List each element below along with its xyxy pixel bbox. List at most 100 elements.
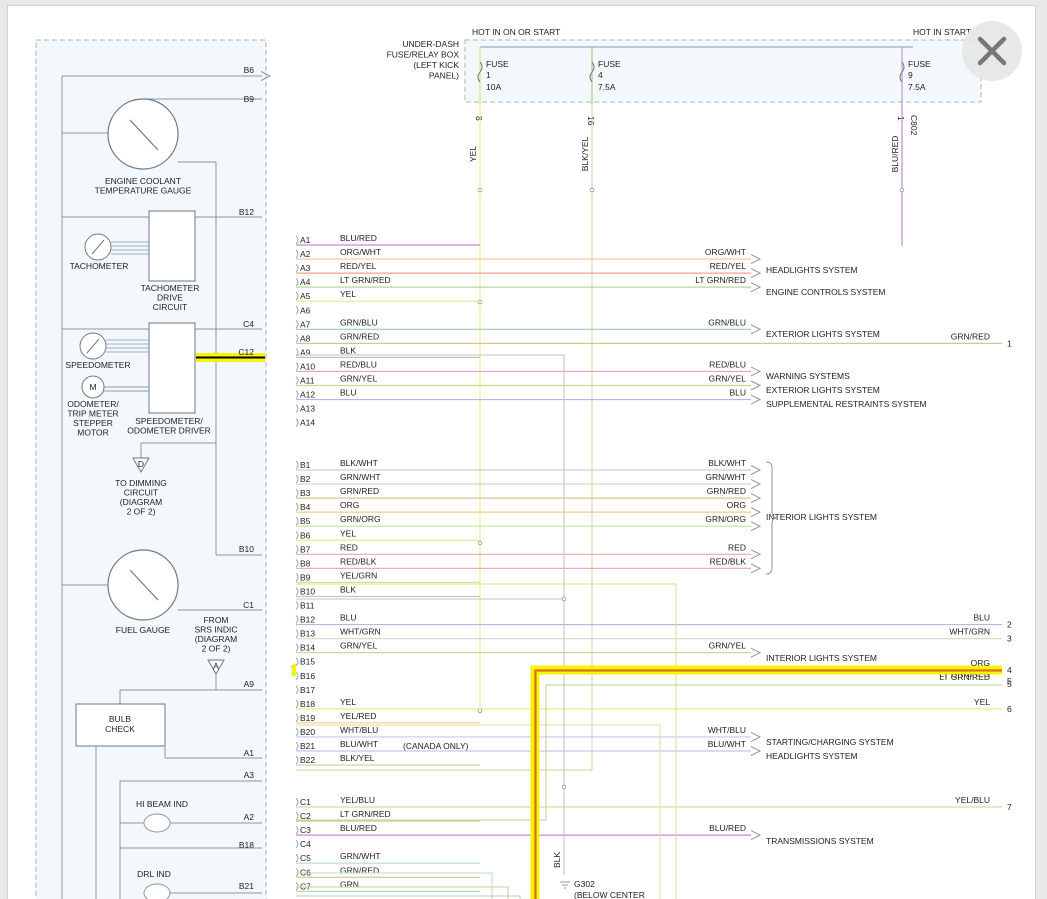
wire-color-label: GRN/RED (340, 486, 379, 496)
connector-pin-C4: C4 (300, 839, 311, 849)
connector-pin-B9: B9 (300, 572, 311, 582)
fuse-label: FUSE (598, 59, 621, 69)
bulb-check-label: BULB (109, 714, 132, 724)
wire-color-label: ORG/WHT (340, 247, 381, 257)
ect-gauge-label: TEMPERATURE GAUGE (95, 186, 192, 196)
fuse-number: 4 (598, 70, 603, 80)
wire-color-label: YEL/BLU (340, 795, 375, 805)
drl-bulb-icon (143, 883, 171, 899)
pin-b10-label: B10 (239, 544, 254, 554)
fuse-wire-label: BLK/YEL (580, 136, 590, 171)
dimming-label: TO DIMMING (115, 478, 167, 488)
fuse-box (464, 39, 982, 103)
splice-dot (899, 187, 905, 193)
connector-pin-B10: B10 (300, 586, 315, 596)
ground-name: G302 (574, 879, 595, 889)
wire-color-label: BLK/YEL (340, 753, 375, 763)
wire-color-label: GRN/RED (340, 865, 379, 875)
system-label: INTERIOR LIGHTS SYSTEM (766, 653, 877, 663)
arrow-icon (750, 549, 762, 560)
dimming-label: CIRCUIT (124, 488, 158, 498)
system-label: SUPPLEMENTAL RESTRAINTS SYSTEM (766, 399, 927, 409)
diagram-sheet: B6 B9 ENGINE COOLANT TEMPERATURE GAUGE B1 2 TA… (8, 6, 1035, 899)
connector-pin-B3: B3 (300, 488, 311, 498)
tachometer-label: TACHOMETER (70, 261, 129, 271)
wire-color-label: BLU (340, 388, 357, 398)
terminal-number: 2 (1007, 620, 1012, 630)
wire-color-label: YEL (340, 289, 356, 299)
splice-dot (477, 187, 483, 193)
close-icon (977, 36, 1007, 66)
connector-pin-A3: A3 (300, 263, 311, 273)
fuel-gauge-label: FUEL GAUGE (116, 625, 171, 635)
wire-term-label: BLU (973, 613, 990, 623)
viewer-backdrop: B6 B9 ENGINE COOLANT TEMPERATURE GAUGE B1 2 TA… (0, 0, 1047, 899)
speedo-driver-box (148, 322, 196, 414)
pin-c12-label: C12 (238, 347, 254, 357)
wire-color-label: BLU/RED (340, 233, 377, 243)
wire-color-label: YEL (340, 528, 356, 538)
connector-pin-B11: B11 (300, 601, 315, 611)
wire-color-label: WHT/GRN (340, 627, 381, 637)
wire-end-label: LT GRN/RED (695, 275, 746, 285)
wire-c2-route (296, 684, 1002, 821)
wire-color-label: GRN/YEL (340, 374, 378, 384)
srs-symbol: A (213, 661, 219, 671)
srs-label: SRS INDIC (195, 625, 238, 635)
wire-end-label: GRN/ORG (705, 514, 746, 524)
connector-pin-B4: B4 (300, 502, 311, 512)
connector-pin-B1: B1 (300, 460, 311, 470)
dimming-label: (DIAGRAM (120, 497, 163, 507)
fuse-wire-label: YEL (468, 146, 478, 162)
wire-color-label: BLU (340, 613, 357, 623)
connector-pin-B14: B14 (300, 643, 315, 653)
connector-pin-B22: B22 (300, 755, 315, 765)
connector-pin-B18: B18 (300, 699, 315, 709)
fuse-pin-label: 8 (474, 116, 484, 121)
connector-pin-A2: A2 (300, 249, 311, 259)
motor-symbol: M (89, 382, 96, 392)
fuse-label: FUSE (486, 59, 509, 69)
connector-pin-C1: C1 (300, 797, 311, 807)
arrow-icon (750, 732, 762, 742)
connector-pin-B20: B20 (300, 727, 315, 737)
ect-gauge-label: ENGINE COOLANT (105, 176, 181, 186)
connector-pin-B17: B17 (300, 685, 315, 695)
wire-c6-route (296, 886, 509, 899)
wire-term-label: YEL (974, 697, 990, 707)
close-button[interactable] (962, 21, 1022, 81)
connector-pin-A7: A7 (300, 319, 311, 329)
connector-pin-B21: B21 (300, 741, 315, 751)
tach-drive-label: DRIVE (157, 293, 183, 303)
connector-pin-A8: A8 (300, 333, 311, 343)
arrow-icon (750, 563, 762, 574)
arrow-icon (750, 380, 762, 391)
srs-label: 2 OF 2) (202, 644, 231, 654)
hi-beam-bulb-icon (143, 813, 171, 833)
drl-label: DRL IND (137, 869, 171, 879)
connector-bracket (295, 797, 299, 891)
wire-end-label: WHT/BLU (708, 725, 746, 735)
pin-a9-label: A9 (244, 679, 255, 689)
tach-drive-label: CIRCUIT (153, 302, 187, 312)
pin-a3-label: A3 (244, 770, 255, 780)
wire-color-label: BLK/WHT (340, 458, 378, 468)
connector-pin-A13: A13 (300, 404, 315, 414)
wire-color-label: GRN/BLU (340, 317, 378, 327)
connector-pin-B6: B6 (300, 530, 311, 540)
system-label: EXTERIOR LIGHTS SYSTEM (766, 329, 880, 339)
system-label: HEADLIGHTS SYSTEM (766, 265, 858, 275)
wire-end-label: BLK/WHT (708, 458, 746, 468)
wire-color-label: RED/YEL (340, 261, 377, 271)
ground-wire-label: BLK (552, 852, 562, 868)
fuse-box-label: PANEL) (429, 71, 459, 81)
connector-pin-A6: A6 (300, 305, 311, 315)
system-label: ENGINE CONTROLS SYSTEM (766, 287, 886, 297)
wire-color-label: BLU/RED (340, 823, 377, 833)
arrow-icon (750, 647, 762, 658)
fuse-number: 9 (908, 70, 913, 80)
connector-pin-A1: A1 (300, 235, 311, 245)
wire-color-label: YEL/GRN (340, 570, 377, 580)
wire-color-label: ORG (340, 500, 359, 510)
terminal-number: 5 (1007, 679, 1012, 689)
